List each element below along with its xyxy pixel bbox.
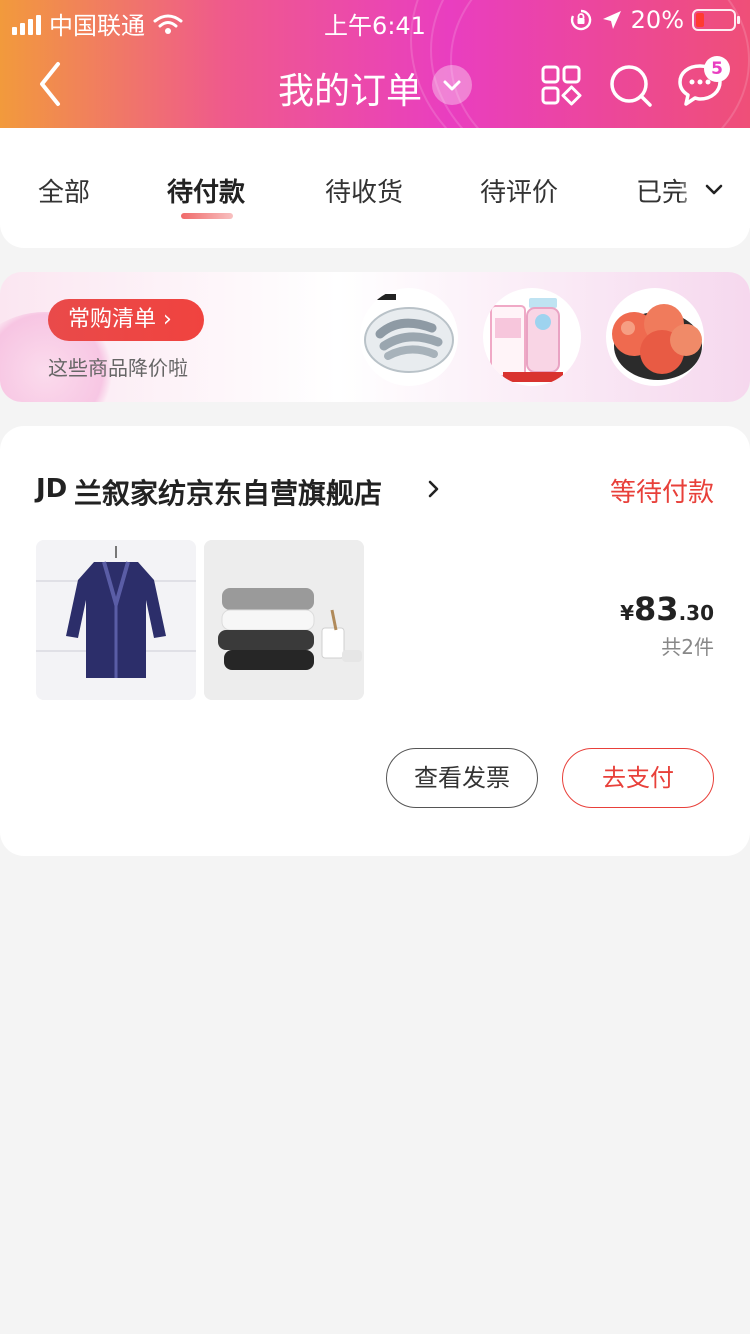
item-count: 共2件	[661, 635, 714, 659]
price-integer: 83	[634, 590, 679, 628]
product-thumbnail-robe[interactable]	[36, 540, 196, 700]
banner-subtitle: 这些商品降价啦	[48, 356, 188, 380]
view-invoice-button[interactable]: 查看发票	[386, 748, 538, 808]
page-title[interactable]: 我的订单	[278, 62, 422, 114]
price-currency: ¥	[620, 601, 635, 625]
jd-logo: JD	[36, 474, 68, 504]
grid-menu-icon[interactable]	[540, 64, 582, 106]
order-card[interactable]: JD 兰叙家纺京东自营旗舰店 等待付款 ¥83.30 共2件 查看发票 去支付	[0, 426, 750, 856]
shop-name[interactable]: 兰叙家纺京东自营旗舰店	[74, 472, 382, 512]
battery-percent: 20%	[630, 6, 684, 34]
tab-pending-receipt[interactable]: 待收货	[325, 172, 403, 209]
frequent-list-button[interactable]: 常购清单 ›	[48, 299, 204, 341]
product-image-shrimp[interactable]	[360, 288, 458, 386]
chevron-down-icon[interactable]	[700, 176, 728, 204]
tab-all[interactable]: 全部	[38, 172, 90, 209]
order-tabs: 全部 待付款 待收货 待评价 已完	[0, 128, 750, 248]
back-arrow-icon[interactable]	[30, 58, 74, 110]
product-image-lotion[interactable]	[483, 288, 581, 386]
frequent-purchase-banner[interactable]: 常购清单 › 这些商品降价啦	[0, 272, 750, 402]
chevron-down-icon[interactable]	[432, 65, 472, 105]
status-bar: 中国联通 上午6:41 20%	[0, 0, 750, 40]
tab-pending-review[interactable]: 待评价	[480, 172, 558, 209]
product-image-peaches[interactable]	[606, 288, 704, 386]
battery-icon	[692, 9, 740, 31]
chevron-right-icon[interactable]	[428, 478, 440, 500]
product-thumbnail-towels[interactable]	[204, 540, 364, 700]
search-icon[interactable]	[608, 63, 654, 109]
tab-pending-payment[interactable]: 待付款	[167, 172, 245, 209]
location-icon	[602, 11, 621, 29]
price-decimal: .30	[678, 601, 714, 625]
header-bar: 中国联通 上午6:41 20% 我的订单 5	[0, 0, 750, 128]
order-price: ¥83.30	[620, 590, 714, 628]
pay-button[interactable]: 去支付	[562, 748, 714, 808]
message-count-badge: 5	[704, 56, 730, 82]
active-tab-indicator	[181, 213, 233, 219]
rotation-lock-icon	[570, 9, 591, 31]
order-status: 等待付款	[609, 478, 714, 508]
